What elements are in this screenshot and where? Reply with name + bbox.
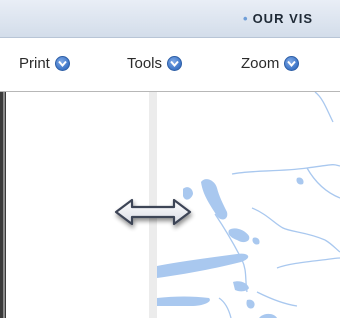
window-left-border-highlight — [3, 92, 5, 318]
tools-menu-button[interactable]: Tools — [127, 55, 183, 72]
chevron-down-icon — [167, 56, 183, 71]
print-label: Print — [19, 55, 50, 72]
zoom-menu-button[interactable]: Zoom — [241, 55, 300, 72]
zoom-label: Zoom — [241, 55, 280, 72]
print-menu-button[interactable]: Print — [19, 55, 70, 72]
chevron-down-icon — [54, 56, 70, 71]
chevron-down-icon — [284, 56, 300, 71]
site-banner: • OUR VIS — [243, 11, 313, 26]
tools-label: Tools — [127, 55, 163, 72]
map-toolbar: Print Tools Zoom — [0, 39, 340, 92]
map-viewer-app: • OUR VIS Print Tools Zoom — [0, 0, 340, 318]
banner-text: OUR VIS — [252, 11, 314, 26]
horizontal-resize-cursor-icon — [110, 192, 196, 237]
bullet-icon: • — [243, 11, 249, 26]
site-header: • OUR VIS — [0, 0, 340, 38]
